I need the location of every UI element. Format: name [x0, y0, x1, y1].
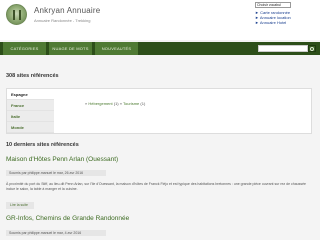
entry-meta: Soumis par philippe.manuel le mar, 26 av…: [6, 170, 106, 176]
search-button[interactable]: [308, 45, 316, 52]
category-panel: Espagne France Italie Monde » Hébergemen…: [6, 88, 312, 134]
language-select[interactable]: Choisir vocabul: [255, 2, 291, 8]
entry-description: À proximité du port du Stiff, au lieu-di…: [6, 182, 307, 191]
country-item-italie[interactable]: Italie: [7, 111, 54, 122]
quick-link-hotel[interactable]: ► Annuaire Hotel: [255, 20, 291, 25]
country-item-espagne[interactable]: Espagne: [7, 89, 54, 100]
quick-links: ► Carte randonnée ► Annuaire location ► …: [255, 10, 291, 25]
search-input[interactable]: [258, 45, 308, 52]
country-item-monde[interactable]: Monde: [7, 122, 54, 133]
tab-news[interactable]: NOUVEAUTÉS: [95, 42, 138, 55]
entry-title[interactable]: Maison d'Hôtes Penn Arlan (Ouessant): [6, 156, 118, 163]
subcategory-tourisme[interactable]: Tourisme: [123, 101, 139, 106]
read-more-link[interactable]: Lire la suite: [6, 202, 34, 209]
latest-sites-heading: 10 derniers sites référencés: [6, 142, 79, 148]
subcategory-list: » Hébergement (1) » Tourisme (1): [85, 101, 145, 106]
site-tagline: Annuaire Randonnée - Trekking: [34, 18, 91, 23]
site-header: Ankryan Annuaire Annuaire Randonnée - Tr…: [0, 0, 320, 40]
site-title[interactable]: Ankryan Annuaire: [34, 6, 100, 15]
country-item-france[interactable]: France: [7, 100, 54, 111]
tab-word-cloud[interactable]: NUAGE DE MOTS: [49, 42, 92, 55]
logo-emblem-icon: [13, 10, 21, 20]
sites-count-heading: 308 sites référencés: [6, 73, 59, 79]
entry-title[interactable]: GR-Infos, Chemins de Grande Randonnée: [6, 215, 129, 222]
subcategory-count: (1): [140, 101, 146, 106]
entry-meta: Soumis par philippe.manuel le mar, 4 avr…: [6, 230, 106, 236]
bullet-icon: »: [119, 101, 122, 106]
tab-categories[interactable]: CATÉGORIES: [3, 42, 46, 55]
site-logo[interactable]: [6, 4, 27, 25]
subcategory-count: (1): [113, 101, 119, 106]
search-icon: [310, 46, 314, 51]
subcategory-hebergement[interactable]: Hébergement: [88, 101, 112, 106]
bullet-icon: »: [85, 101, 88, 106]
page: Ankryan Annuaire Annuaire Randonnée - Tr…: [0, 0, 320, 240]
country-list: Espagne France Italie Monde: [7, 89, 54, 135]
